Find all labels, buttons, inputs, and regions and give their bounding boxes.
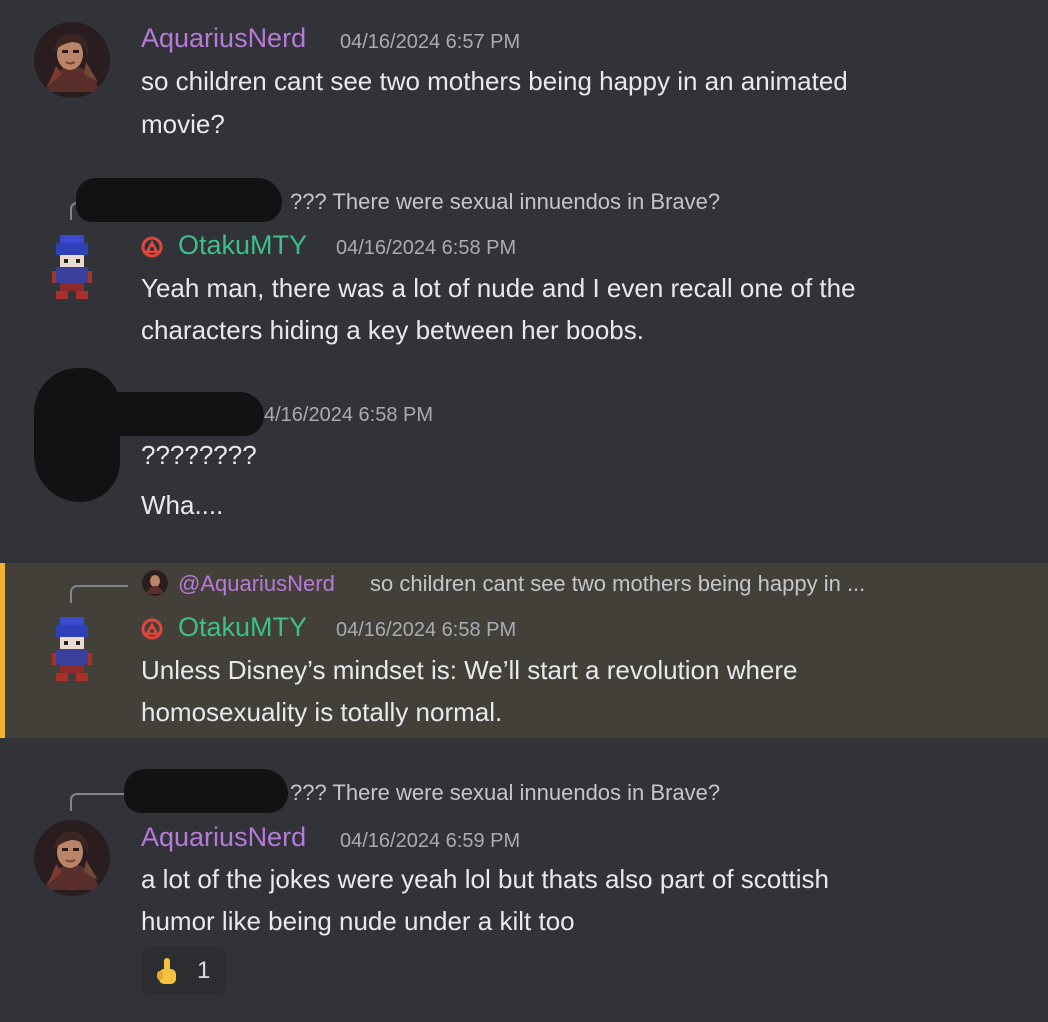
avatar-otakumty-pixel[interactable] bbox=[52, 617, 92, 681]
message-timestamp: 04/16/2024 6:58 PM bbox=[336, 237, 517, 259]
redacted-username bbox=[88, 392, 264, 436]
message-text-line: Unless Disney’s mindset is: We’ll start … bbox=[141, 655, 798, 685]
message-username[interactable]: OtakuMTY bbox=[178, 229, 307, 261]
message-text-line: Wha.... bbox=[141, 490, 224, 520]
reply-connector bbox=[70, 585, 128, 603]
role-badge-icon[interactable] bbox=[141, 236, 163, 258]
reaction-button[interactable]: 1 bbox=[141, 947, 226, 995]
message-timestamp: 04/16/2024 6:57 PM bbox=[340, 31, 521, 53]
role-badge-icon[interactable] bbox=[141, 618, 163, 640]
message-text-line: characters hiding a key between her boob… bbox=[141, 315, 644, 345]
message-text-line: so children cant see two mothers being h… bbox=[141, 66, 848, 96]
message-text-line: ???????? bbox=[141, 440, 257, 470]
reply-preview-text[interactable]: ??? There were sexual innuendos in Brave… bbox=[290, 189, 720, 215]
message-text-line: a lot of the jokes were yeah lol but tha… bbox=[141, 864, 829, 894]
reply-connector bbox=[70, 793, 128, 811]
message-username[interactable]: AquariusNerd bbox=[141, 821, 306, 853]
reply-avatar-aquariusnerd[interactable] bbox=[142, 570, 168, 596]
reaction-count: 1 bbox=[197, 957, 211, 984]
message-text-line: humor like being nude under a kilt too bbox=[141, 906, 575, 936]
message-timestamp: 4/16/2024 6:58 PM bbox=[264, 404, 434, 426]
avatar-aquariusnerd[interactable] bbox=[34, 22, 110, 98]
redacted-reply-user bbox=[76, 178, 282, 222]
highlight-mention-bar bbox=[0, 563, 5, 738]
avatar-otakumty-pixel[interactable] bbox=[52, 235, 92, 299]
reply-preview-text[interactable]: ??? There were sexual innuendos in Brave… bbox=[290, 780, 720, 806]
reply-mention[interactable]: @AquariusNerd bbox=[178, 571, 335, 597]
message-timestamp: 04/16/2024 6:58 PM bbox=[336, 619, 517, 641]
message-username[interactable]: AquariusNerd bbox=[141, 22, 306, 54]
message-username[interactable]: OtakuMTY bbox=[178, 611, 307, 643]
point-up-emoji bbox=[155, 957, 179, 994]
message-text-line: Yeah man, there was a lot of nude and I … bbox=[141, 273, 856, 303]
reply-preview-text[interactable]: so children cant see two mothers being h… bbox=[370, 571, 865, 597]
message-text-line: homosexuality is totally normal. bbox=[141, 697, 503, 727]
message-timestamp: 04/16/2024 6:59 PM bbox=[340, 830, 521, 852]
chat-view: AquariusNerd 04/16/2024 6:57 PM so child… bbox=[0, 0, 1048, 1022]
redacted-reply-user bbox=[124, 769, 288, 813]
message-text-line: movie? bbox=[141, 109, 225, 139]
avatar-aquariusnerd[interactable] bbox=[34, 820, 110, 896]
